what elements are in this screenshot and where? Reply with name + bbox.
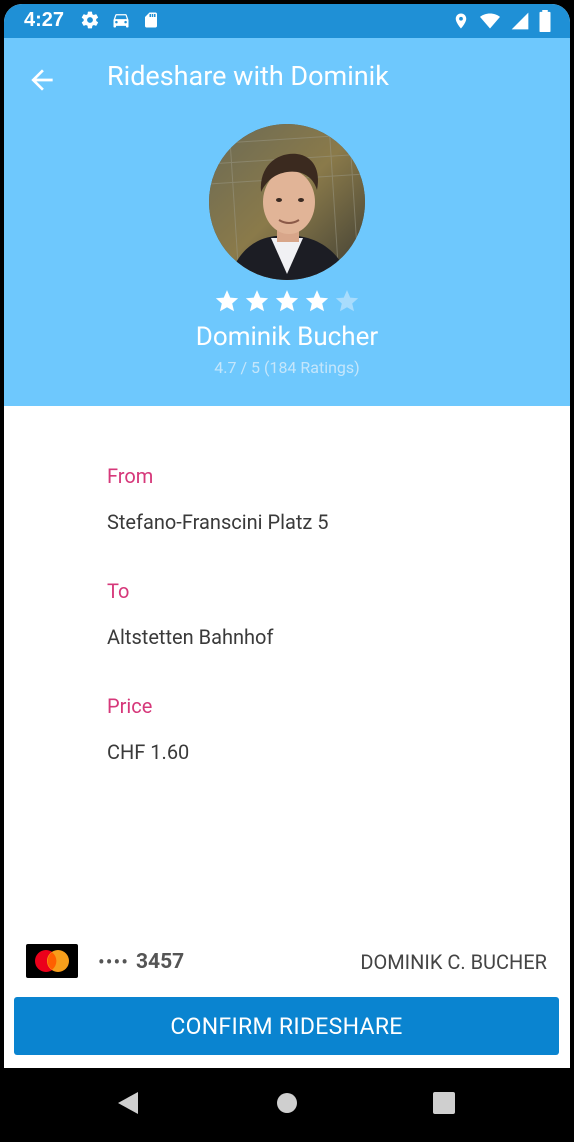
card-last-four: 3457	[136, 950, 185, 974]
car-icon	[113, 14, 129, 28]
from-value: Stefano-Franscini Platz 5	[107, 510, 329, 534]
star-icon-filled	[215, 290, 239, 312]
phone-device: 4:27 Rideshare with Dominik Dominik Buch…	[0, 0, 574, 1142]
app-screen: 4:27 Rideshare with Dominik Dominik Buch…	[4, 4, 570, 1068]
card-holder-name: DOMINIK C. BUCHER	[360, 950, 547, 974]
star-icon-filled	[245, 290, 269, 312]
payment-method[interactable]: •••• 3457 DOMINIK C. BUCHER	[4, 940, 570, 984]
signal-icon	[511, 12, 529, 30]
home-nav-icon[interactable]	[275, 1091, 299, 1115]
star-icon-partial	[335, 290, 359, 312]
driver-photo	[209, 124, 365, 280]
star-icon-filled	[305, 290, 329, 312]
status-time: 4:27	[24, 9, 65, 31]
mastercard-icon	[26, 944, 78, 978]
recents-nav-icon[interactable]	[432, 1091, 456, 1115]
rating-stars	[4, 288, 570, 314]
star-icon-filled	[275, 290, 299, 312]
wifi-icon	[480, 13, 500, 29]
price-value: CHF 1.60	[107, 740, 190, 764]
price-label: Price	[107, 694, 153, 718]
system-nav-bar	[0, 1068, 574, 1142]
status-icons-left	[80, 10, 160, 30]
card-masked-digits: ••••	[98, 950, 129, 974]
sd-card-icon	[145, 12, 157, 28]
status-icons-right	[452, 10, 552, 32]
arrow-back-icon	[31, 69, 53, 91]
to-label: To	[107, 579, 130, 603]
rating-summary: 4.7 / 5 (184 Ratings)	[214, 358, 360, 377]
from-label: From	[107, 464, 154, 488]
battery-icon	[539, 10, 551, 32]
driver-avatar[interactable]	[209, 124, 365, 280]
settings-icon	[81, 11, 99, 29]
confirm-rideshare-button[interactable]: CONFIRM RIDESHARE	[14, 997, 559, 1055]
to-value: Altstetten Bahnhof	[107, 625, 274, 649]
location-icon	[455, 13, 467, 29]
back-button[interactable]	[26, 64, 58, 96]
back-nav-icon[interactable]	[116, 1090, 140, 1116]
page-title: Rideshare with Dominik	[107, 60, 389, 92]
status-bar: 4:27	[4, 4, 570, 38]
driver-name: Dominik Bucher	[195, 322, 379, 352]
app-bar-header: Rideshare with Dominik Dominik Bucher 4.…	[4, 38, 570, 406]
